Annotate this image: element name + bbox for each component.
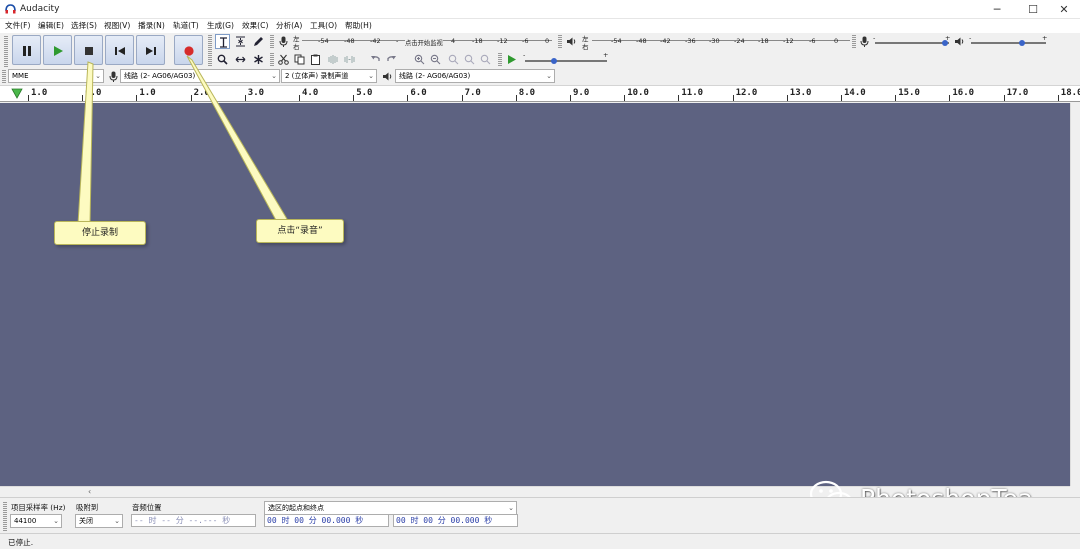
selection-start-field[interactable]: 00 时 00 分 00.000 秒 [264,514,389,527]
status-text: 已停止. [8,538,34,547]
stop-callout-pointer [77,61,94,225]
chevron-down-icon: ⌄ [508,504,514,512]
audio-position-label: 音频位置 [132,503,162,512]
project-rate-label: 项目采样率 (Hz) [11,503,66,512]
snap-to-select[interactable]: 关闭 ⌄ [75,514,123,528]
audio-position-value: -- 时 -- 分 --.--- 秒 [134,516,231,525]
chevron-down-icon: ⌄ [53,517,59,525]
project-rate-value: 44100 [14,517,37,525]
chevron-down-icon: ⌄ [114,517,120,525]
snap-to-value: 关闭 [79,517,93,525]
click-record-callout: 点击“录音” [256,219,344,243]
project-rate-select[interactable]: 44100 ⌄ [10,514,62,528]
selection-mode-select[interactable]: 选区的起点和终点 ⌄ [264,501,517,515]
selection-start-value: 00 时 00 分 00.000 秒 [267,516,364,525]
stop-recording-callout: 停止录制 [54,221,146,245]
selection-toolbar: 项目采样率 (Hz) 44100 ⌄ 吸附到 关闭 ⌄ 音频位置 -- 时 -- 分… [0,497,1080,533]
audio-position-field[interactable]: -- 时 -- 分 --.--- 秒 [131,514,256,527]
callout-leader-lines [77,55,291,225]
status-bar: 已停止. [0,533,1080,549]
selection-end-value: 00 时 00 分 00.000 秒 [396,516,493,525]
selection-end-field[interactable]: 00 时 00 分 00.000 秒 [393,514,518,527]
snap-to-label: 吸附到 [76,503,99,512]
record-callout-pointer [186,55,291,225]
selection-mode-value: 选区的起点和终点 [268,504,324,512]
selection-toolbar-grip[interactable] [3,501,7,531]
